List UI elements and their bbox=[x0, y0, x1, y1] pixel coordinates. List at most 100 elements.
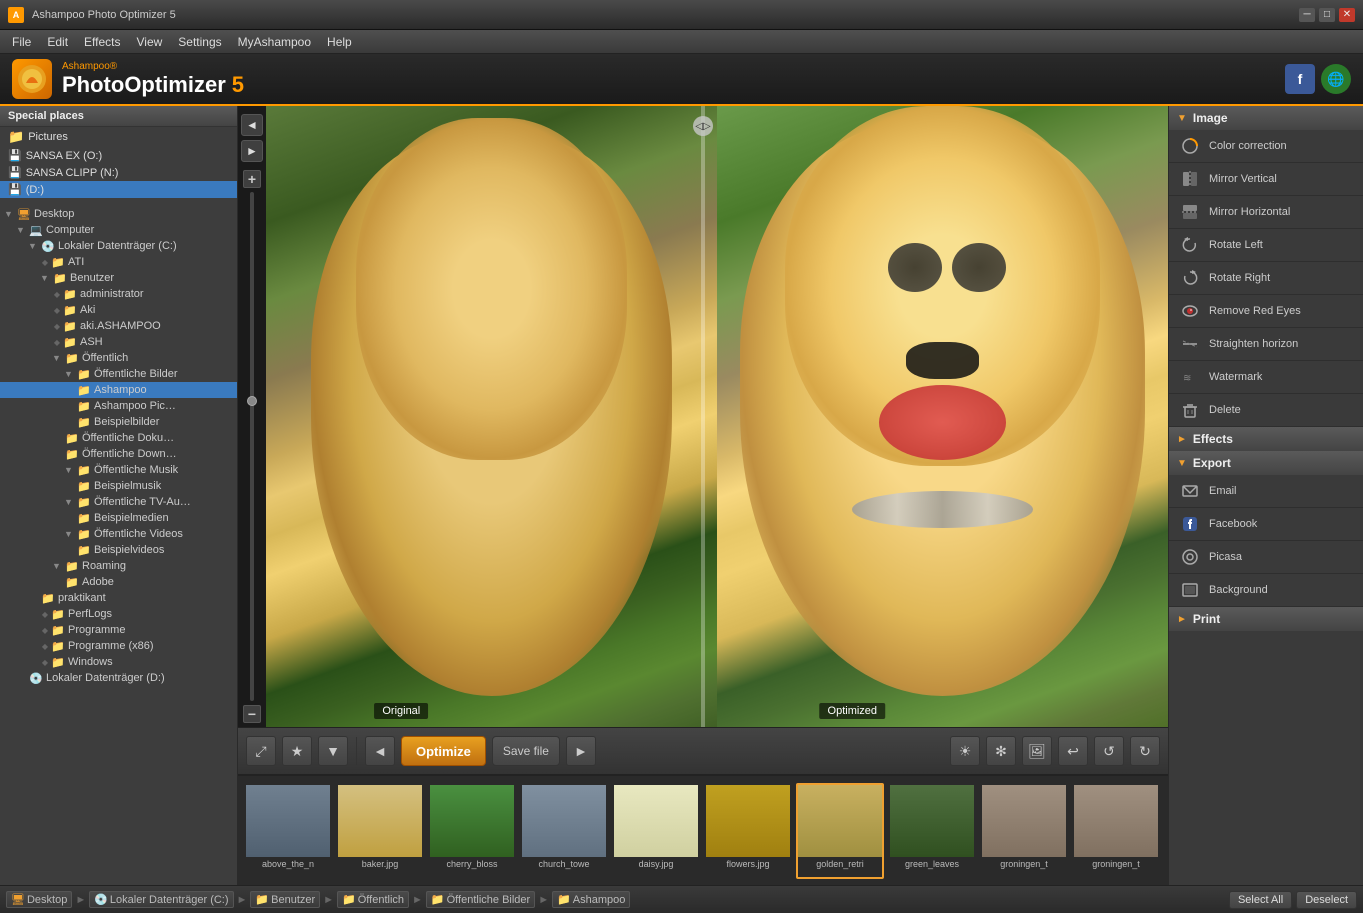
save-button[interactable]: Save file bbox=[492, 736, 560, 766]
thumb-baker[interactable]: ☐ baker.jpg bbox=[336, 783, 424, 879]
menu-view[interactable]: View bbox=[129, 33, 171, 51]
rp-print-header[interactable]: ► Print bbox=[1169, 607, 1363, 631]
nav-left-arrow[interactable]: ◄ bbox=[241, 114, 263, 136]
thumb-cherry[interactable]: ☐ cherry_bloss bbox=[428, 783, 516, 879]
nav-right-arrow[interactable]: ► bbox=[241, 140, 263, 162]
tree-ashampoo[interactable]: 📁 Ashampoo bbox=[0, 382, 237, 398]
tree-aki-ashampoo[interactable]: ◆ 📁 aki.ASHAMPOO bbox=[0, 318, 237, 334]
zoom-out-button[interactable]: − bbox=[243, 705, 261, 723]
redo-button[interactable]: ↻ bbox=[1130, 736, 1160, 766]
thumb-groningen1[interactable]: ☐ groningen_t bbox=[980, 783, 1068, 879]
undo-button[interactable]: ↩ bbox=[1058, 736, 1088, 766]
rp-image-header[interactable]: ▼ Image bbox=[1169, 106, 1363, 130]
tree-praktikant[interactable]: 📁 praktikant bbox=[0, 590, 237, 606]
tree-ati[interactable]: ◆ 📁 ATI bbox=[0, 254, 237, 270]
rp-color-correction[interactable]: Color correction bbox=[1169, 130, 1363, 163]
zoom-track[interactable] bbox=[250, 192, 254, 701]
next-button[interactable]: ► bbox=[566, 736, 596, 766]
rp-straighten-horizon[interactable]: Straighten horizon bbox=[1169, 328, 1363, 361]
minimize-button[interactable]: ─ bbox=[1299, 8, 1315, 22]
tree-perflogs[interactable]: ◆ 📁 PerfLogs bbox=[0, 606, 237, 622]
rp-mirror-horizontal[interactable]: Mirror Horizontal bbox=[1169, 196, 1363, 229]
rp-background[interactable]: Background bbox=[1169, 574, 1363, 607]
tree-programme[interactable]: ◆ 📁 Programme bbox=[0, 622, 237, 638]
world-icon[interactable]: 🌐 bbox=[1321, 64, 1351, 94]
menu-help[interactable]: Help bbox=[319, 33, 360, 51]
tree-offentliche-bilder[interactable]: ▼ 📁 Öffentliche Bilder bbox=[0, 366, 237, 382]
tree-windows[interactable]: ◆ 📁 Windows bbox=[0, 654, 237, 670]
special-item-sansa-ex[interactable]: 💾 SANSA EX (O:) bbox=[0, 147, 237, 164]
tree-ashampoo-pic[interactable]: 📁 Ashampoo Pic… bbox=[0, 398, 237, 414]
menu-effects[interactable]: Effects bbox=[76, 33, 128, 51]
tree-roaming[interactable]: ▼ 📁 Roaming bbox=[0, 558, 237, 574]
rp-email[interactable]: Email bbox=[1169, 475, 1363, 508]
thumb-above_the[interactable]: ☐ above_the_n bbox=[244, 783, 332, 879]
tree-aki[interactable]: ◆ 📁 Aki bbox=[0, 302, 237, 318]
undo2-button[interactable]: ↺ bbox=[1094, 736, 1124, 766]
crumb-benutzer[interactable]: 📁 Benutzer bbox=[250, 891, 320, 908]
special-item-d[interactable]: 💾 (D:) bbox=[0, 181, 237, 198]
thumb-church[interactable]: ☐ church_towe bbox=[520, 783, 608, 879]
menu-myashampoo[interactable]: MyAshampoo bbox=[230, 33, 319, 51]
arrow-button[interactable]: ▼ bbox=[318, 736, 348, 766]
facebook-icon[interactable]: f bbox=[1285, 64, 1315, 94]
thumb-green_leaves[interactable]: ☐ green_leaves bbox=[888, 783, 976, 879]
tree-adobe[interactable]: 📁 Adobe bbox=[0, 574, 237, 590]
rp-rotate-left[interactable]: Rotate Left bbox=[1169, 229, 1363, 262]
menu-file[interactable]: File bbox=[4, 33, 39, 51]
deselect-button[interactable]: Deselect bbox=[1296, 891, 1357, 909]
rp-effects-header[interactable]: ► Effects bbox=[1169, 427, 1363, 451]
select-all-button[interactable]: Select All bbox=[1229, 891, 1292, 909]
tree-beispielvideos[interactable]: 📁 Beispielvideos bbox=[0, 542, 237, 558]
thumb-golden[interactable]: ☑ golden_retri bbox=[796, 783, 884, 879]
rp-mirror-vertical[interactable]: Mirror Vertical bbox=[1169, 163, 1363, 196]
photo-button[interactable]: 🖼 bbox=[1022, 736, 1052, 766]
crumb-offentlich[interactable]: 📁 Öffentlich bbox=[337, 891, 409, 908]
crumb-desktop[interactable]: 🖥 Desktop bbox=[6, 891, 72, 908]
crumb-offentliche-bilder[interactable]: 📁 Öffentliche Bilder bbox=[426, 891, 535, 908]
rp-delete[interactable]: Delete bbox=[1169, 394, 1363, 427]
crumb-local-c[interactable]: 💿 Lokaler Datenträger (C:) bbox=[89, 891, 233, 908]
tree-offentlich[interactable]: ▼ 📁 Öffentlich bbox=[0, 350, 237, 366]
tree-beispielmusik[interactable]: 📁 Beispielmusik bbox=[0, 478, 237, 494]
tree-offentliche-down[interactable]: 📁 Öffentliche Down… bbox=[0, 446, 237, 462]
menu-edit[interactable]: Edit bbox=[39, 33, 76, 51]
tree-beispielbilder[interactable]: 📁 Beispielbilder bbox=[0, 414, 237, 430]
tree-programme-x86[interactable]: ◆ 📁 Programme (x86) bbox=[0, 638, 237, 654]
thumb-groningen2[interactable]: ☐ groningen_t bbox=[1072, 783, 1160, 879]
thumb-flowers[interactable]: ☐ flowers.jpg bbox=[704, 783, 792, 879]
rp-export-header[interactable]: ▼ Export bbox=[1169, 451, 1363, 475]
special-item-pictures[interactable]: 📁 Pictures bbox=[0, 127, 237, 147]
tree-beispielmedien[interactable]: 📁 Beispielmedien bbox=[0, 510, 237, 526]
expand-button[interactable]: ⤢ bbox=[246, 736, 276, 766]
rp-rotate-right[interactable]: Rotate Right bbox=[1169, 262, 1363, 295]
star-button[interactable]: ★ bbox=[282, 736, 312, 766]
tree-computer[interactable]: ▼ 💻 Computer bbox=[0, 222, 237, 238]
rp-watermark[interactable]: ≋ Watermark bbox=[1169, 361, 1363, 394]
optimize-button[interactable]: Optimize bbox=[401, 736, 486, 766]
tree-local-c[interactable]: ▼ 💿 Lokaler Datenträger (C:) bbox=[0, 238, 237, 254]
tree-ash[interactable]: ◆ 📁 ASH bbox=[0, 334, 237, 350]
color-button[interactable]: ✻ bbox=[986, 736, 1016, 766]
tree-offentliche-doku[interactable]: 📁 Öffentliche Doku… bbox=[0, 430, 237, 446]
tree-local-d[interactable]: 💿 Lokaler Datenträger (D:) bbox=[0, 670, 237, 686]
rp-remove-red-eyes[interactable]: Remove Red Eyes bbox=[1169, 295, 1363, 328]
crumb-ashampoo[interactable]: 📁 Ashampoo bbox=[552, 891, 630, 908]
split-divider[interactable]: ◁▷ bbox=[701, 106, 705, 727]
brightness-button[interactable]: ☀ bbox=[950, 736, 980, 766]
tree-offentliche-tv[interactable]: ▼ 📁 Öffentliche TV-Au… bbox=[0, 494, 237, 510]
tree-administrator[interactable]: ◆ 📁 administrator bbox=[0, 286, 237, 302]
rp-facebook[interactable]: Facebook bbox=[1169, 508, 1363, 541]
tree-desktop[interactable]: ▼ 🖥 Desktop bbox=[0, 206, 237, 222]
prev-button[interactable]: ◄ bbox=[365, 736, 395, 766]
close-button[interactable]: ✕ bbox=[1339, 8, 1355, 22]
tree-offentliche-musik[interactable]: ▼ 📁 Öffentliche Musik bbox=[0, 462, 237, 478]
thumb-daisy[interactable]: ☐ daisy.jpg bbox=[612, 783, 700, 879]
menu-settings[interactable]: Settings bbox=[170, 33, 229, 51]
special-item-sansa-clipp[interactable]: 💾 SANSA CLIPP (N:) bbox=[0, 164, 237, 181]
maximize-button[interactable]: □ bbox=[1319, 8, 1335, 22]
tree-benutzer[interactable]: ▼ 📁 Benutzer bbox=[0, 270, 237, 286]
zoom-in-button[interactable]: + bbox=[243, 170, 261, 188]
rp-picasa[interactable]: Picasa bbox=[1169, 541, 1363, 574]
tree-offentliche-videos[interactable]: ▼ 📁 Öffentliche Videos bbox=[0, 526, 237, 542]
